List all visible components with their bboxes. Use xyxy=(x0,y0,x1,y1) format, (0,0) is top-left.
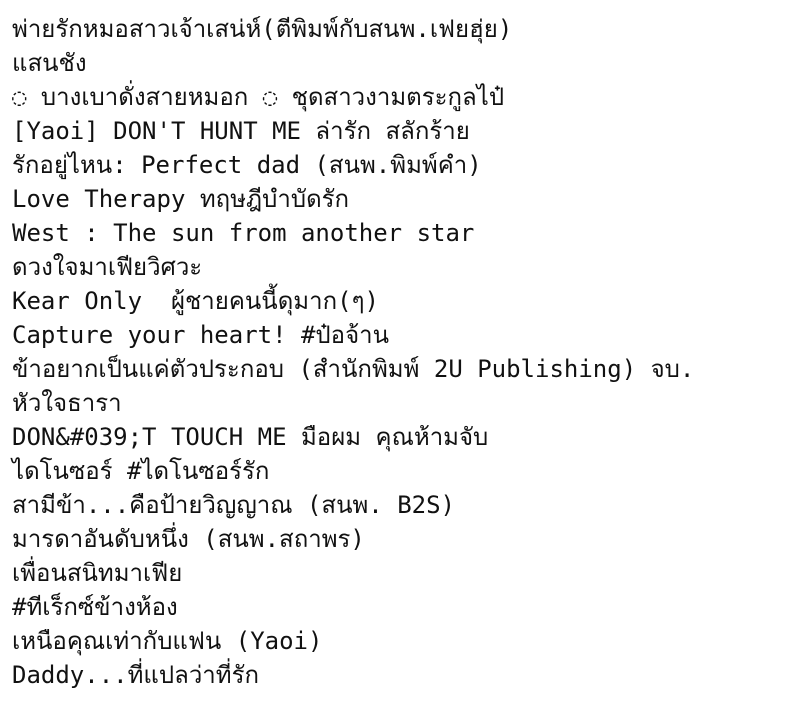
title-line: สามีข้า...คือป้ายวิญญาณ (สนพ. B2S) xyxy=(12,491,456,519)
title-line: DON&#039;T TOUCH ME มือผม คุณห้ามจับ xyxy=(12,423,489,451)
title-line: เพื่อนสนิทมาเฟีย xyxy=(12,559,183,587)
title-line: ดวงใจมาเฟียวิศวะ xyxy=(12,253,203,281)
title-line: รักอยู่ไหน: Perfect dad (สนพ.พิมพ์คำ) xyxy=(12,151,482,179)
title-line: Daddy...ที่แปลว่าที่รัก xyxy=(12,661,260,689)
title-line: พ่ายรักหมอสาวเจ้าเสน่ห์(ตีพิมพ์กับสนพ.เฟ… xyxy=(12,15,513,43)
title-line: เหนือคุณเท่ากับแฟน (Yaoi) xyxy=(12,627,323,655)
title-line: Kear Only ผู้ชายคนนี้ดุมาก(ๆ) xyxy=(12,287,379,315)
title-line: หัวใจธารา xyxy=(12,389,122,417)
title-line: #ทีเร็กซ์ข้างห้อง xyxy=(12,593,178,621)
title-line: Capture your heart! #ป๋อจ้าน xyxy=(12,321,390,349)
title-line: ◌ บางเบาดั่งสายหมอก ◌ ชุดสาวงามตระกูลไป๋ xyxy=(12,83,505,111)
title-line: Love Therapy ทฤษฎีบำบัดรัก xyxy=(12,185,350,213)
title-line: ไดโนซอร์ #ไดโนซอร์รัก xyxy=(12,457,270,485)
title-line: ข้าอยากเป็นแค่ตัวประกอบ (สำนักพิมพ์ 2U P… xyxy=(12,355,695,383)
document-page: พ่ายรักหมอสาวเจ้าเสน่ห์(ตีพิมพ์กับสนพ.เฟ… xyxy=(0,0,810,706)
title-line: West : The sun from another star xyxy=(12,219,475,247)
title-list: พ่ายรักหมอสาวเจ้าเสน่ห์(ตีพิมพ์กับสนพ.เฟ… xyxy=(12,12,810,692)
title-line: [Yaoi] DON'T HUNT ME ล่ารัก สลักร้าย xyxy=(12,117,470,145)
title-line: แสนชัง xyxy=(12,49,87,77)
title-line: มารดาอันดับหนึ่ง (สนพ.สถาพร) xyxy=(12,525,365,553)
